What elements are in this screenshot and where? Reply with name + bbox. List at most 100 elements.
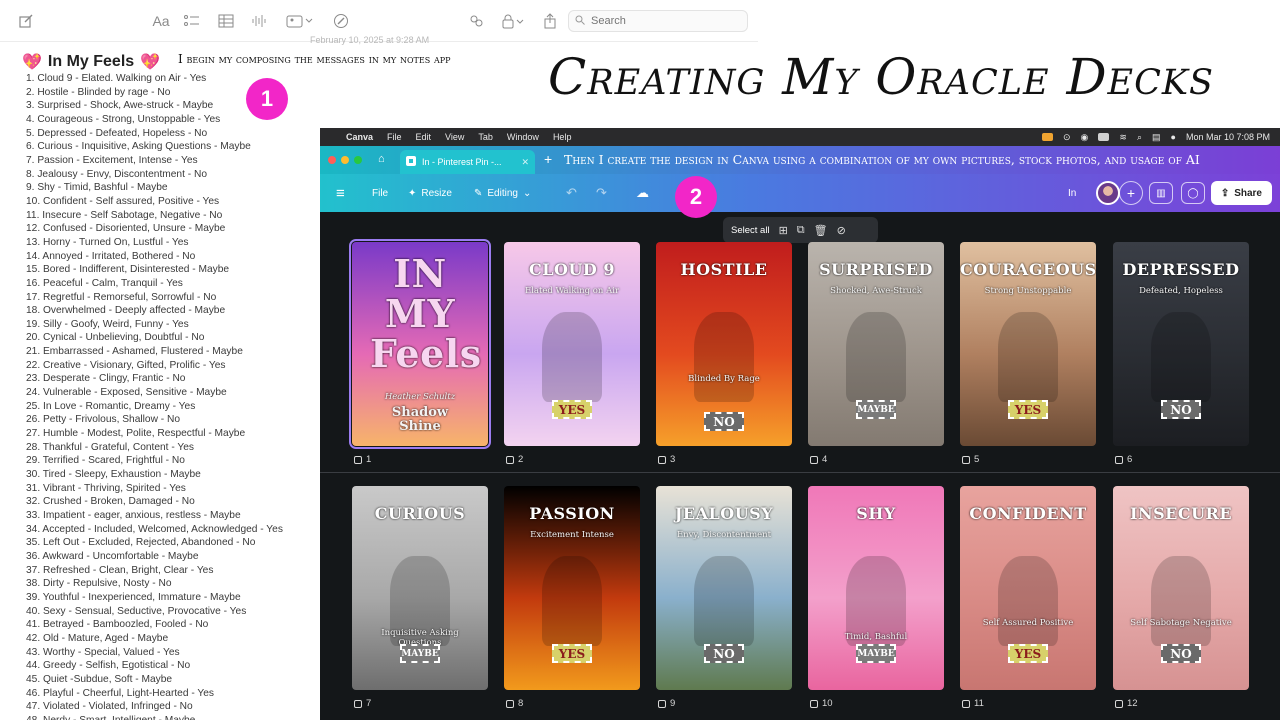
checklist-icon[interactable] — [182, 11, 202, 31]
redo-icon[interactable]: ↷ — [596, 174, 607, 212]
page-number[interactable]: 10 — [810, 698, 833, 709]
avatar[interactable] — [1096, 181, 1120, 205]
design-page-card[interactable]: DEPRESSED Defeated, Hopeless NO — [1113, 242, 1249, 446]
list-item: 15. Bored - Indifferent, Disinterested -… — [26, 264, 230, 276]
select-all-button[interactable]: Select all — [731, 225, 770, 236]
list-item: 48. Nerdy - Smart, Intelligent - Maybe — [26, 714, 283, 720]
page-notes-icon — [658, 455, 666, 464]
page-number[interactable]: 1 — [354, 454, 371, 465]
page-notes-icon — [810, 699, 818, 708]
page-number-label: 4 — [822, 454, 828, 465]
audio-waveform-icon[interactable] — [249, 11, 269, 31]
menubar-app-name[interactable]: Canva — [346, 132, 373, 142]
canva-toolbar: ≡ File ✦ Resize ✎ Editing ⌄ ↶ ↷ ☁ In + ▥… — [320, 174, 1280, 212]
pencil-icon: ✎ — [474, 187, 483, 199]
card-subtitle: Excitement Intense — [530, 530, 614, 540]
media-menu-icon[interactable] — [285, 11, 315, 31]
page-number[interactable]: 11 — [962, 698, 984, 709]
undo-icon[interactable]: ↶ — [566, 174, 577, 212]
list-item: 41. Betrayed - Bamboozled, Fooled - No — [26, 619, 209, 631]
design-page-card[interactable]: CLOUD 9 Elated Walking on Air YES — [504, 242, 640, 446]
card-subtitle: Strong Unstoppable — [984, 286, 1072, 296]
add-collaborator-icon[interactable]: + — [1119, 181, 1143, 205]
page-number[interactable]: 2 — [506, 454, 523, 465]
collaborate-icon[interactable] — [466, 11, 486, 31]
compose-icon[interactable] — [16, 11, 36, 31]
control-center-icon[interactable]: ▤ — [1152, 132, 1161, 143]
page-number-label: 8 — [518, 698, 524, 709]
format-text-icon[interactable]: Aa — [149, 11, 173, 31]
design-page-card[interactable]: IN MY Feels Heather Schultz Shadow Shine — [349, 239, 491, 449]
design-page-card[interactable]: INSECURE Self Sabotage Negative NO — [1113, 486, 1249, 690]
table-icon[interactable] — [216, 11, 236, 31]
menubar-datetime[interactable]: Mon Mar 10 7:08 PM — [1186, 132, 1270, 142]
editing-mode-button[interactable]: ✎ Editing ⌄ — [474, 174, 531, 212]
list-item: 38. Dirty - Repulsive, Nosty - No — [26, 578, 172, 590]
menubar-item-tab[interactable]: Tab — [478, 132, 493, 142]
page-number[interactable]: 9 — [658, 698, 675, 709]
close-tab-icon[interactable]: ✕ — [521, 157, 529, 168]
notes-search-field[interactable] — [568, 10, 748, 32]
search-input[interactable] — [591, 15, 741, 27]
zoom-window-icon[interactable] — [354, 156, 362, 164]
file-menu-button[interactable]: File — [372, 174, 388, 212]
page-number[interactable]: 8 — [506, 698, 523, 709]
card-artwork — [542, 556, 602, 646]
page-number[interactable]: 4 — [810, 454, 827, 465]
list-item: 42. Old - Mature, Aged - Maybe — [26, 632, 169, 644]
page-number[interactable]: 5 — [962, 454, 979, 465]
headline-title: Creating My Oracle Decks — [548, 48, 1214, 106]
menubar-item-window[interactable]: Window — [507, 132, 539, 142]
browser-tab-active[interactable]: In - Pinterest Pin -... ✕ — [400, 150, 535, 174]
list-item: 5. Depressed - Defeated, Hopeless - No — [26, 127, 208, 139]
card-subtitle: Elated Walking on Air — [524, 286, 620, 296]
share-button[interactable]: ⇪ Share — [1210, 181, 1272, 205]
cloud-save-icon[interactable]: ☁ — [636, 174, 649, 212]
analytics-icon[interactable]: ▥ — [1149, 182, 1173, 204]
list-item: 45. Quiet -Subdue, Soft - Maybe — [26, 673, 173, 685]
resize-button[interactable]: ✦ Resize — [408, 174, 452, 212]
markup-icon[interactable] — [331, 11, 351, 31]
design-page-card[interactable]: CONFIDENT Self Assured Positive YES — [960, 486, 1096, 690]
comment-icon[interactable]: ◯ — [1181, 182, 1205, 204]
close-window-icon[interactable] — [328, 156, 336, 164]
design-page-card[interactable]: SHY Timid, Bashful MAYBE — [808, 486, 944, 690]
design-page-card[interactable]: SURPRISED Shocked, Awe-Struck MAYBE — [808, 242, 944, 446]
menubar-item-edit[interactable]: Edit — [416, 132, 432, 142]
user-circle-icon[interactable]: ◉ — [1081, 132, 1089, 143]
new-tab-icon[interactable]: + — [544, 151, 552, 167]
lock-menu-icon[interactable] — [500, 11, 526, 31]
answer-stamp: NO — [1161, 644, 1201, 663]
list-item: 19. Silly - Goofy, Weird, Funny - Yes — [26, 318, 189, 330]
hide-icon[interactable]: ⊘ — [837, 224, 846, 237]
share-icon[interactable] — [540, 11, 560, 31]
page-number[interactable]: 3 — [658, 454, 675, 465]
minimize-window-icon[interactable] — [341, 156, 349, 164]
play-circle-icon[interactable]: ⊙ — [1063, 132, 1071, 143]
list-item: 29. Terrified - Scared, Frightful - No — [26, 455, 185, 467]
design-page-card[interactable]: PASSION Excitement Intense YES — [504, 486, 640, 690]
design-page-card[interactable]: COURAGEOUS Strong Unstoppable YES — [960, 242, 1096, 446]
trash-icon[interactable]: 🗑 — [814, 224, 828, 237]
spotlight-icon[interactable]: ⌕ — [1137, 132, 1142, 143]
hamburger-menu-icon[interactable]: ≡ — [336, 174, 345, 212]
page-number[interactable]: 7 — [354, 698, 371, 709]
siri-icon[interactable]: ● — [1171, 132, 1176, 142]
page-number[interactable]: 12 — [1115, 698, 1138, 709]
design-page-card[interactable]: JEALOUSY Envy, Discontentment NO — [656, 486, 792, 690]
card-artwork — [694, 556, 754, 646]
battery-icon[interactable] — [1098, 133, 1110, 141]
menubar-item-help[interactable]: Help — [553, 132, 572, 142]
canva-tab-icon — [406, 156, 416, 168]
duplicate-icon[interactable]: ⧉ — [797, 224, 805, 237]
page-number[interactable]: 6 — [1115, 454, 1132, 465]
design-page-card[interactable]: HOSTILE Blinded By Rage NO — [656, 242, 792, 446]
wifi-icon[interactable]: ≋ — [1119, 132, 1127, 143]
menubar-item-file[interactable]: File — [387, 132, 402, 142]
home-icon[interactable]: ⌂ — [378, 153, 385, 165]
list-item: 17. Regretful - Remorseful, Sorrowful - … — [26, 291, 217, 303]
add-page-icon[interactable]: ⊞ — [779, 224, 788, 237]
design-page-card[interactable]: CURIOUS Inquisitive Asking Questions MAYBE — [352, 486, 488, 690]
status-app-icon[interactable] — [1042, 133, 1053, 141]
menubar-item-view[interactable]: View — [445, 132, 464, 142]
